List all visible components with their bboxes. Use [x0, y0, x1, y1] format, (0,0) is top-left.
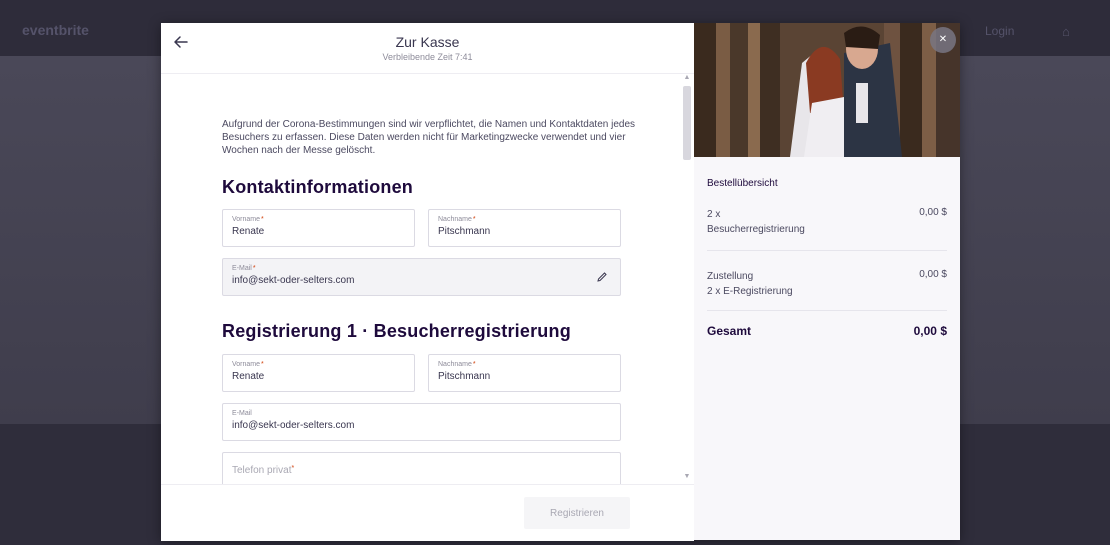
phone-placeholder: Telefon privat*: [232, 465, 295, 476]
contact-last-name-value: Pitschmann: [438, 226, 491, 237]
contact-first-name-field[interactable]: Vorname* Renate: [222, 209, 415, 247]
summary-title: Bestellübersicht: [707, 178, 778, 189]
summary-delivery-price: 0,00 $: [919, 269, 947, 280]
backdrop-login-link: Login: [985, 24, 1015, 38]
event-photo: ✕: [694, 23, 960, 157]
contact-last-name-field[interactable]: Nachname* Pitschmann: [428, 209, 621, 247]
backdrop-menu-icon: ⌂: [1062, 24, 1070, 39]
modal-footer: Registrieren: [161, 484, 694, 541]
registration-email-field[interactable]: E-Mail info@sekt-oder-selters.com: [222, 403, 621, 441]
field-label: E-Mail: [232, 410, 252, 417]
close-icon[interactable]: ✕: [930, 27, 956, 53]
field-label: Vorname*: [232, 361, 264, 368]
register-button[interactable]: Registrieren: [524, 497, 630, 529]
form-scroll-area[interactable]: Aufgrund der Corona-Bestimmungen sind wi…: [161, 74, 694, 484]
scrollbar-thumb[interactable]: [683, 86, 691, 160]
contact-email-value: info@sekt-oder-selters.com: [232, 275, 355, 286]
summary-item-name: Besucherregistrierung: [707, 224, 805, 235]
wedding-photo-illustration: [694, 23, 960, 157]
summary-delivery-detail: 2 x E-Registrierung: [707, 286, 793, 297]
registration-first-name-field[interactable]: Vorname* Renate: [222, 354, 415, 392]
summary-divider: [707, 310, 947, 311]
registration-last-name-value: Pitschmann: [438, 371, 491, 382]
corona-notice: Aufgrund der Corona-Bestimmungen sind wi…: [222, 119, 636, 156]
pencil-icon[interactable]: [596, 271, 608, 283]
field-label: Nachname*: [438, 361, 476, 368]
time-remaining: Verbleibende Zeit 7:41: [382, 52, 473, 62]
contact-email-field[interactable]: E-Mail* info@sekt-oder-selters.com: [222, 258, 621, 296]
checkout-modal: Zur Kasse Verbleibende Zeit 7:41 Aufgrun…: [161, 23, 960, 541]
scroll-up-icon[interactable]: ▲: [683, 74, 691, 82]
total-value: 0,00 $: [913, 324, 947, 338]
field-label: Nachname*: [438, 216, 476, 223]
scroll-down-icon[interactable]: ▼: [683, 473, 691, 481]
registration-phone-field[interactable]: Telefon privat*: [222, 452, 621, 484]
summary-delivery-label: Zustellung: [707, 271, 754, 282]
contact-section-title: Kontaktinformationen: [222, 177, 413, 197]
field-label: Vorname*: [232, 216, 264, 223]
registration-section-title: Registrierung 1 · Besucherregistrierung: [222, 321, 571, 341]
contact-first-name-value: Renate: [232, 226, 265, 237]
checkout-form-pane: Zur Kasse Verbleibende Zeit 7:41 Aufgrun…: [161, 23, 694, 541]
summary-item-price: 0,00 $: [919, 207, 947, 218]
field-label: E-Mail*: [232, 265, 256, 272]
registration-email-value: info@sekt-oder-selters.com: [232, 420, 355, 431]
modal-title: Zur Kasse: [395, 34, 460, 50]
modal-header: Zur Kasse Verbleibende Zeit 7:41: [161, 23, 694, 74]
summary-item-qty: 2 x: [707, 209, 721, 220]
summary-item: Zustellung 2 x E-Registrierung 0,00 $: [707, 269, 947, 299]
order-summary-pane: ✕ Bestellübersicht 2 x Besucherregistrie…: [694, 23, 960, 540]
summary-divider: [707, 250, 947, 251]
registration-last-name-field[interactable]: Nachname* Pitschmann: [428, 354, 621, 392]
summary-item: 2 x Besucherregistrierung 0,00 $: [707, 207, 947, 237]
backdrop-logo: eventbrite: [22, 22, 89, 38]
registration-first-name-value: Renate: [232, 371, 265, 382]
